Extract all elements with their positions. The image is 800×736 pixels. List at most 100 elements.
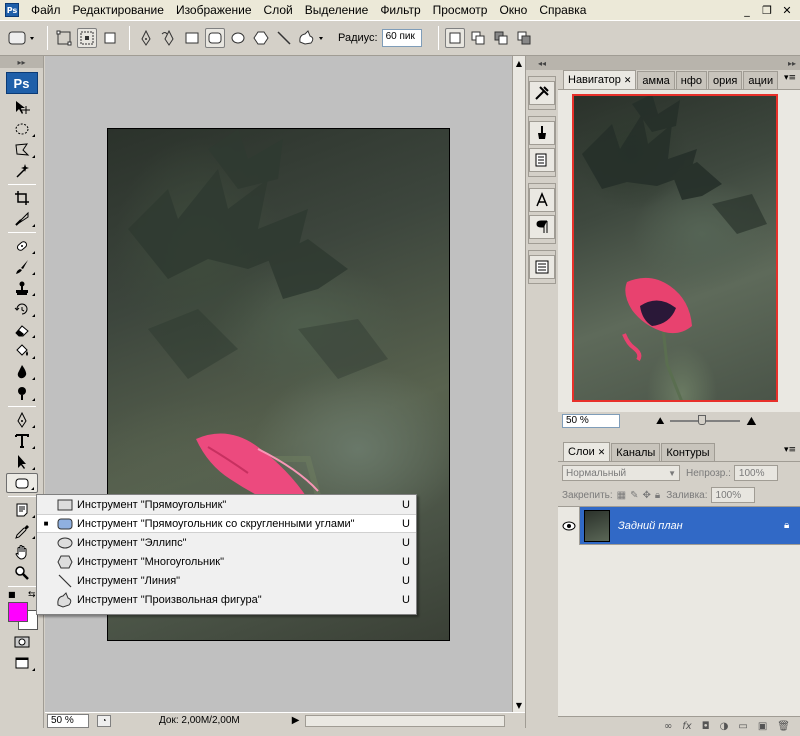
layer-row-background[interactable]: Задний план 🔒︎ (558, 506, 800, 545)
pen-tool-button[interactable] (136, 28, 156, 48)
eraser-tool[interactable] (6, 320, 38, 340)
ellipse-tool-button[interactable] (228, 28, 248, 48)
layer-style-icon[interactable]: fx (682, 721, 691, 732)
lock-transparent-icon[interactable]: ▦ (617, 490, 626, 501)
tab-actions[interactable]: ации (743, 71, 779, 89)
adjustment-layer-icon[interactable]: ◑ (720, 721, 729, 732)
link-layers-icon[interactable]: ∞ (664, 721, 672, 732)
create-new-shape-button[interactable] (444, 28, 465, 48)
delete-layer-icon[interactable]: 🗑︎ (777, 721, 790, 732)
menu-file[interactable]: Файл (25, 3, 67, 17)
menu-image[interactable]: Изображение (170, 3, 258, 17)
flyout-item-rectangle[interactable]: Инструмент "Прямоугольник" U (37, 495, 416, 514)
rounded-rectangle-tool-button[interactable] (205, 28, 225, 48)
tool-preset-picker[interactable] (6, 28, 38, 48)
rectangle-tool-button[interactable] (182, 28, 202, 48)
lock-position-icon[interactable]: ✥ (643, 490, 651, 501)
custom-shape-tool-button[interactable] (297, 28, 327, 48)
add-shape-area-button[interactable] (468, 28, 488, 48)
lock-all-icon[interactable]: 🔒︎ (655, 490, 660, 501)
crop-tool[interactable] (6, 188, 38, 208)
move-tool[interactable] (6, 98, 38, 118)
tool-presets-button[interactable] (529, 81, 555, 105)
default-colors-icon[interactable]: ■ (8, 590, 16, 599)
paint-bucket-tool[interactable] (6, 341, 38, 361)
clone-source-button[interactable] (529, 148, 555, 172)
radius-input[interactable]: 60 пик (381, 29, 422, 47)
blend-mode-select[interactable]: Нормальный ▼ (562, 465, 680, 481)
zoom-out-icon[interactable]: ⛰ (656, 416, 664, 427)
blur-tool[interactable] (6, 362, 38, 382)
tab-paths[interactable]: Контуры (661, 443, 715, 461)
paths-button[interactable] (77, 28, 97, 48)
status-preview-icon[interactable]: ◔ (97, 714, 111, 727)
lasso-tool[interactable] (6, 140, 38, 160)
navigator-view-box[interactable] (572, 94, 778, 402)
slice-tool[interactable] (6, 209, 38, 229)
menu-window[interactable]: Окно (493, 3, 533, 17)
dodge-tool[interactable] (6, 383, 38, 403)
menu-help[interactable]: Справка (533, 3, 592, 17)
flyout-item-polygon[interactable]: Инструмент "Многоугольник" U (37, 552, 416, 571)
toolbox-grip[interactable]: ▸▸ (0, 56, 43, 68)
tab-layers[interactable]: Слои ✕ (563, 442, 611, 461)
panel-menu-icon[interactable]: ▾≡ (784, 445, 796, 455)
tab-histogram[interactable]: амма (637, 71, 675, 89)
shape-layers-button[interactable] (54, 28, 74, 48)
marquee-tool[interactable] (6, 119, 38, 139)
magic-wand-tool[interactable] (6, 161, 38, 181)
flyout-item-custom-shape[interactable]: Инструмент "Произвольная фигура" U (37, 590, 416, 609)
menu-edit[interactable]: Редактирование (67, 3, 170, 17)
path-selection-tool[interactable] (6, 452, 38, 472)
canvas-vertical-scrollbar[interactable]: ▲ ▼ (512, 56, 525, 712)
restore-icon[interactable]: ❐ (758, 2, 776, 18)
horizontal-scrollbar[interactable] (305, 714, 506, 727)
tab-channels[interactable]: Каналы (611, 443, 661, 461)
subtract-shape-area-button[interactable] (491, 28, 511, 48)
rounded-rectangle-tool[interactable] (5, 473, 38, 493)
history-brush-tool[interactable] (6, 299, 38, 319)
new-layer-icon[interactable]: ▣ (758, 721, 767, 732)
fill-field[interactable]: 100% (710, 487, 755, 503)
menu-layer[interactable]: Слой (258, 3, 299, 17)
type-tool[interactable] (6, 431, 38, 451)
brush-tool[interactable] (6, 257, 38, 277)
screen-mode-button[interactable] (6, 653, 38, 673)
dock-grip[interactable]: ◂◂ (526, 56, 558, 70)
status-menu-arrow-icon[interactable]: ▶ (292, 715, 300, 726)
freeform-pen-button[interactable] (159, 28, 179, 48)
menu-filter[interactable]: Фильтр (374, 3, 426, 17)
navigator-zoom-slider[interactable] (670, 415, 741, 425)
foreground-color-swatch[interactable] (8, 602, 28, 622)
polygon-tool-button[interactable] (251, 28, 271, 48)
navigator-zoom-field[interactable]: 50 % (562, 414, 620, 428)
quick-mask-button[interactable] (6, 632, 38, 652)
new-group-icon[interactable]: ▭ (738, 721, 747, 732)
tab-info[interactable]: нфо (675, 71, 708, 89)
minimize-icon[interactable]: _ (738, 2, 756, 18)
menu-select[interactable]: Выделение (299, 3, 375, 17)
pen-tool[interactable] (6, 410, 38, 430)
close-icon[interactable]: ✕ (778, 2, 796, 18)
layer-comps-button[interactable] (529, 255, 555, 279)
swap-colors-icon[interactable]: ⇆ (28, 590, 36, 600)
opacity-field[interactable]: 100% (733, 465, 778, 481)
flyout-item-rounded-rectangle[interactable]: ■ Инструмент "Прямоугольник со скругленн… (37, 514, 416, 533)
tab-history[interactable]: ория (708, 71, 743, 89)
fill-pixels-button[interactable] (100, 28, 120, 48)
panel-menu-icon[interactable]: ▾≡ (784, 73, 796, 83)
close-tab-icon[interactable]: ✕ (598, 447, 606, 458)
status-zoom-field[interactable]: 50 % (47, 713, 89, 728)
flyout-item-line[interactable]: Инструмент "Линия" U (37, 571, 416, 590)
healing-brush-tool[interactable] (6, 236, 38, 256)
layer-name[interactable]: Задний план (610, 520, 784, 532)
character-button[interactable] (529, 188, 555, 212)
brushes-button[interactable] (529, 121, 555, 145)
tab-navigator[interactable]: Навигатор ✕ (563, 70, 637, 89)
zoom-tool[interactable] (6, 563, 38, 583)
eyedropper-tool[interactable] (6, 521, 38, 541)
clone-stamp-tool[interactable] (6, 278, 38, 298)
lock-image-icon[interactable]: ✎ (630, 490, 638, 501)
notes-tool[interactable] (6, 500, 38, 520)
photoshop-logo[interactable]: Ps (5, 72, 38, 94)
